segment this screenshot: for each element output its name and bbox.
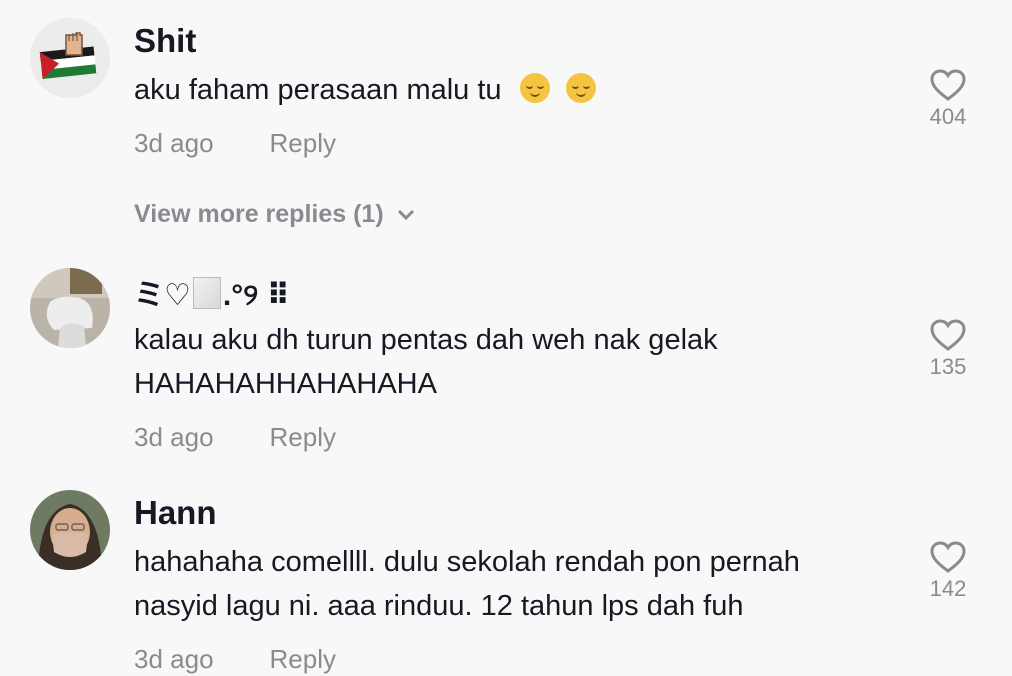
username[interactable]: Hann	[134, 494, 217, 532]
chevron-down-icon	[397, 210, 414, 221]
like-button[interactable]: 404	[918, 68, 978, 130]
comment-meta: 3d ago Reply	[134, 422, 336, 453]
heart-outline-icon[interactable]	[929, 318, 967, 352]
avatar-photo	[30, 490, 110, 570]
like-button[interactable]: 142	[918, 540, 978, 602]
page-glyph	[192, 277, 221, 309]
like-count: 404	[929, 104, 967, 129]
reply-button[interactable]: Reply	[270, 422, 336, 452]
palestine-flag-fist-icon	[30, 18, 110, 98]
avatar-photo	[30, 268, 110, 348]
username[interactable]: Shit	[134, 22, 196, 60]
like-count: 142	[929, 576, 967, 601]
comment-meta: 3d ago Reply	[134, 128, 336, 159]
comment-text: aku faham perasaan malu tu	[134, 68, 894, 112]
comment-text: kalau aku dh turun pentas dah weh nak ge…	[134, 324, 718, 400]
timestamp: 3d ago	[134, 128, 214, 158]
timestamp: 3d ago	[134, 422, 214, 452]
reply-button[interactable]: Reply	[270, 644, 336, 674]
heart-outline-icon[interactable]	[929, 68, 967, 102]
comment-text: hahahaha comellll. dulu sekolah rendah p…	[134, 546, 800, 622]
username[interactable]: ミ♡ .°୨ ⠿	[134, 270, 290, 314]
comment-meta: 3d ago Reply	[134, 644, 336, 675]
avatar[interactable]	[30, 490, 110, 570]
avatar[interactable]	[30, 18, 110, 98]
avatar[interactable]	[30, 268, 110, 348]
like-count: 135	[929, 354, 967, 379]
heart-outline-icon[interactable]	[929, 540, 967, 574]
view-more-replies-button[interactable]: View more replies (1)	[134, 200, 416, 229]
reply-button[interactable]: Reply	[270, 128, 336, 158]
timestamp: 3d ago	[134, 644, 214, 674]
relieved-face-emoji	[565, 73, 596, 103]
relieved-face-emoji	[519, 73, 550, 103]
like-button[interactable]: 135	[918, 318, 978, 380]
